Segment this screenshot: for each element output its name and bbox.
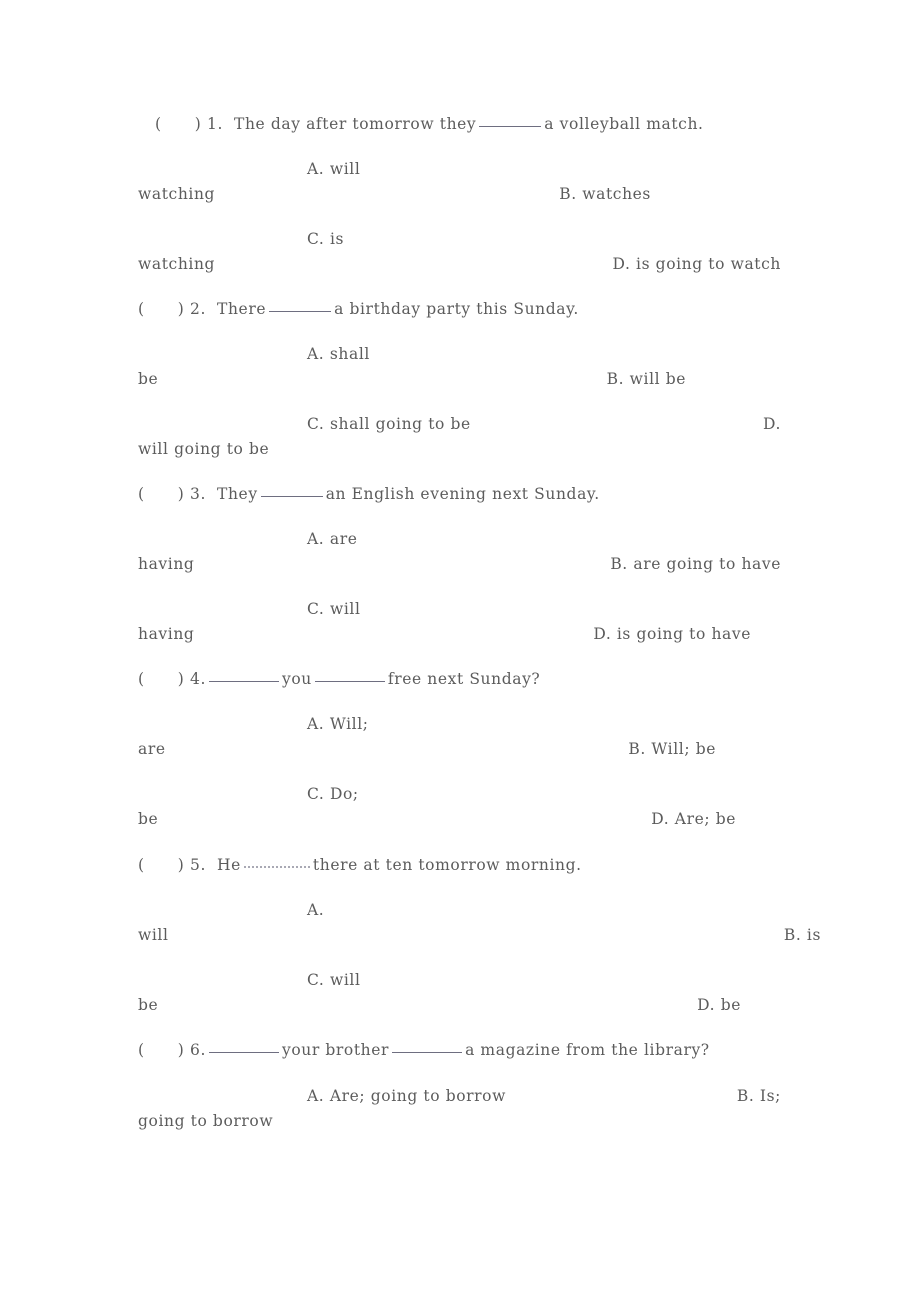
question-1-stem: ( ) 1. The day after tomorrow they a voll… bbox=[155, 114, 704, 134]
question-3-stem-suffix: an English evening next Sunday. bbox=[325, 485, 600, 503]
question-3-option-a[interactable]: A. are bbox=[307, 529, 357, 549]
question-3-option-a-continuation[interactable]: having bbox=[138, 554, 194, 574]
question-1-option-a-continuation[interactable]: watching bbox=[138, 184, 215, 204]
question-1-stem-prefix: ( ) 1. The day after tomorrow they bbox=[155, 115, 477, 133]
question-5-option-a-continuation[interactable]: will bbox=[138, 925, 169, 945]
question-6-stem-suffix: a magazine from the library? bbox=[465, 1041, 710, 1059]
question-5-option-c[interactable]: C. will bbox=[307, 970, 361, 990]
question-2-stem-prefix: ( ) 2. There bbox=[138, 300, 267, 318]
question-3-option-d[interactable]: D. is going to have bbox=[593, 624, 751, 644]
question-1-option-b[interactable]: B. watches bbox=[559, 184, 651, 204]
question-2-option-a-continuation[interactable]: be bbox=[138, 369, 158, 389]
question-2-stem: ( ) 2. There a birthday party this Sunday… bbox=[138, 299, 579, 319]
question-6-option-b[interactable]: B. Is; bbox=[737, 1086, 781, 1106]
question-1-option-a[interactable]: A. will bbox=[307, 159, 360, 179]
question-3-blank-1[interactable] bbox=[260, 496, 323, 497]
question-6-option-a[interactable]: A. Are; going to borrow bbox=[307, 1086, 506, 1106]
question-5-blank-1[interactable] bbox=[243, 866, 310, 868]
question-6-blank-2[interactable] bbox=[392, 1052, 463, 1053]
question-1-blank-1[interactable] bbox=[479, 126, 542, 127]
question-3-option-c-continuation[interactable]: having bbox=[138, 624, 194, 644]
question-4-option-a[interactable]: A. Will; bbox=[307, 714, 369, 734]
question-4-option-b[interactable]: B. Will; be bbox=[628, 739, 716, 759]
question-6-stem-middle: your brother bbox=[281, 1041, 390, 1059]
question-1-option-d[interactable]: D. is going to watch bbox=[613, 254, 782, 274]
question-6-blank-1[interactable] bbox=[208, 1052, 279, 1053]
question-4-blank-2[interactable] bbox=[314, 681, 385, 682]
question-4-option-c[interactable]: C. Do; bbox=[307, 784, 359, 804]
question-2-option-c[interactable]: C. shall going to be bbox=[307, 414, 471, 434]
question-4-stem: ( ) 4. you free next Sunday? bbox=[138, 669, 540, 689]
question-4-blank-1[interactable] bbox=[208, 681, 279, 682]
question-2-option-a[interactable]: A. shall bbox=[307, 344, 370, 364]
question-2-option-d-continuation[interactable]: will going to be bbox=[138, 439, 269, 459]
question-4-option-c-continuation[interactable]: be bbox=[138, 809, 158, 829]
question-5-stem-suffix: there at ten tomorrow morning. bbox=[312, 856, 582, 874]
question-5-stem: ( ) 5. He there at ten tomorrow morning. bbox=[138, 855, 582, 875]
question-2-option-d[interactable]: D. bbox=[763, 414, 781, 434]
question-2-blank-1[interactable] bbox=[269, 311, 332, 312]
document-page: ( ) 1. The day after tomorrow they a voll… bbox=[0, 0, 920, 1302]
question-6-stem: ( ) 6. your brother a magazine from the li… bbox=[138, 1040, 710, 1060]
question-1-option-c[interactable]: C. is bbox=[307, 229, 344, 249]
question-3-option-b[interactable]: B. are going to have bbox=[610, 554, 781, 574]
question-3-stem-prefix: ( ) 3. They bbox=[138, 485, 258, 503]
question-1-option-c-continuation[interactable]: watching bbox=[138, 254, 215, 274]
question-5-option-c-continuation[interactable]: be bbox=[138, 995, 158, 1015]
question-6-stem-prefix: ( ) 6. bbox=[138, 1041, 206, 1059]
question-3-stem: ( ) 3. They an English evening next Sunda… bbox=[138, 484, 600, 504]
question-2-option-b[interactable]: B. will be bbox=[607, 369, 686, 389]
question-4-stem-suffix: free next Sunday? bbox=[387, 670, 541, 688]
question-5-option-b[interactable]: B. is bbox=[784, 925, 821, 945]
question-4-stem-prefix: ( ) 4. bbox=[138, 670, 206, 688]
question-6-option-b-continuation[interactable]: going to borrow bbox=[138, 1111, 273, 1131]
question-5-stem-prefix: ( ) 5. He bbox=[138, 856, 241, 874]
question-4-option-a-continuation[interactable]: are bbox=[138, 739, 166, 759]
question-1-stem-suffix: a volleyball match. bbox=[544, 115, 704, 133]
question-4-stem-middle: you bbox=[281, 670, 312, 688]
question-3-option-c[interactable]: C. will bbox=[307, 599, 361, 619]
question-2-stem-suffix: a birthday party this Sunday. bbox=[334, 300, 579, 318]
question-5-option-a[interactable]: A. bbox=[307, 900, 324, 920]
question-5-option-d[interactable]: D. be bbox=[697, 995, 741, 1015]
question-4-option-d[interactable]: D. Are; be bbox=[651, 809, 736, 829]
